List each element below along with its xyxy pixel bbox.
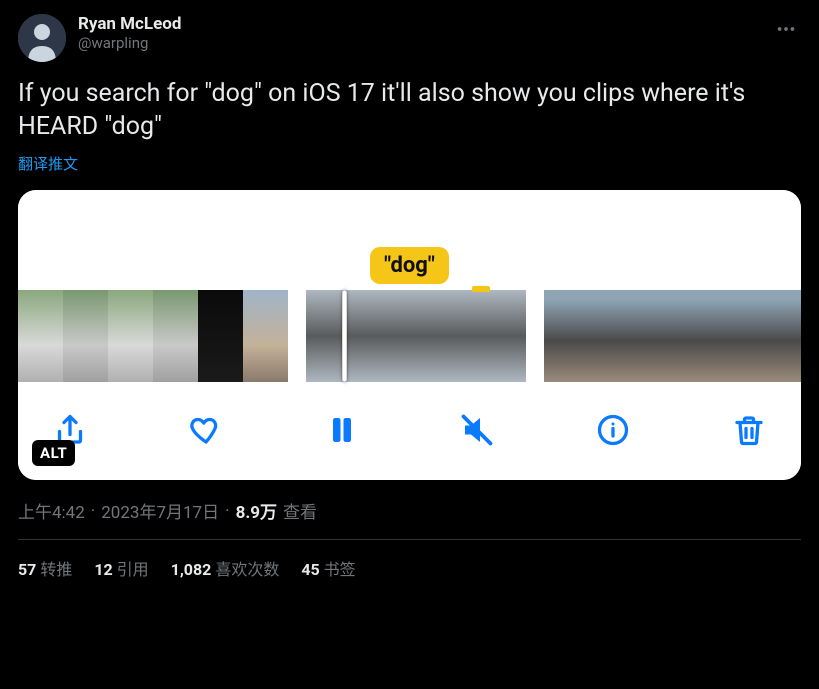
meta-views-label: 查看: [283, 498, 317, 523]
timeline-thumbnail: [243, 290, 288, 382]
meta-time[interactable]: 上午4:42: [18, 498, 85, 523]
playhead[interactable]: [342, 290, 347, 382]
clip-group-1: [18, 290, 288, 382]
timeline-thumbnail: [306, 290, 416, 382]
meta-views-count: 8.9万: [236, 498, 277, 523]
display-name[interactable]: Ryan McLeod: [78, 14, 181, 34]
timeline-thumbnail: [679, 290, 724, 382]
timeline-thumbnail: [769, 290, 801, 382]
timeline-thumbnail: [416, 290, 526, 382]
timeline-thumbnail: [198, 290, 243, 382]
timeline-thumbnail: [108, 290, 153, 382]
more-button[interactable]: [771, 14, 801, 48]
translate-link[interactable]: 翻译推文: [18, 153, 801, 174]
caption-tag: "dog": [370, 247, 449, 284]
tweet-header: Ryan McLeod @warpling: [18, 14, 801, 62]
timeline-thumbnail: [153, 290, 198, 382]
handle[interactable]: @warpling: [78, 34, 181, 52]
media-top: "dog": [18, 190, 801, 290]
author-names: Ryan McLeod @warpling: [78, 14, 181, 52]
meta-date[interactable]: 2023年7月17日: [101, 498, 219, 523]
clip-group-2: [306, 290, 526, 382]
delete-button[interactable]: [731, 412, 767, 452]
info-button[interactable]: [595, 412, 631, 452]
tweet-meta: 上午4:42 · 2023年7月17日 · 8.9万 查看: [18, 498, 801, 523]
stat-likes[interactable]: 1,082 喜欢次数: [171, 556, 280, 580]
alt-badge[interactable]: ALT: [32, 440, 75, 466]
like-button[interactable]: [188, 412, 224, 452]
pause-button[interactable]: [324, 412, 360, 452]
meta-dot: ·: [225, 501, 229, 521]
timeline-thumbnail: [589, 290, 634, 382]
tweet-container: Ryan McLeod @warpling If you search for …: [0, 0, 819, 580]
divider: [18, 539, 801, 540]
caption-tick-marker: [472, 286, 490, 292]
meta-dot: ·: [91, 501, 95, 521]
stat-quotes[interactable]: 12 引用: [94, 556, 148, 580]
stat-bookmarks[interactable]: 45 书签: [301, 556, 355, 580]
avatar[interactable]: [18, 14, 66, 62]
timeline-thumbnail: [63, 290, 108, 382]
video-timeline[interactable]: [18, 290, 801, 390]
timeline-thumbnail: [634, 290, 679, 382]
stat-retweets[interactable]: 57 转推: [18, 556, 72, 580]
timeline-thumbnail: [18, 290, 63, 382]
clip-group-3: [544, 290, 801, 382]
timeline-thumbnail: [544, 290, 589, 382]
tweet-body: If you search for "dog" on iOS 17 it'll …: [18, 78, 801, 143]
media-toolbar: [18, 390, 801, 480]
media-card[interactable]: "dog": [18, 190, 801, 480]
mute-button[interactable]: [459, 412, 495, 452]
tweet-stats: 57 转推 12 引用 1,082 喜欢次数 45 书签: [18, 556, 801, 580]
timeline-thumbnail: [724, 290, 769, 382]
